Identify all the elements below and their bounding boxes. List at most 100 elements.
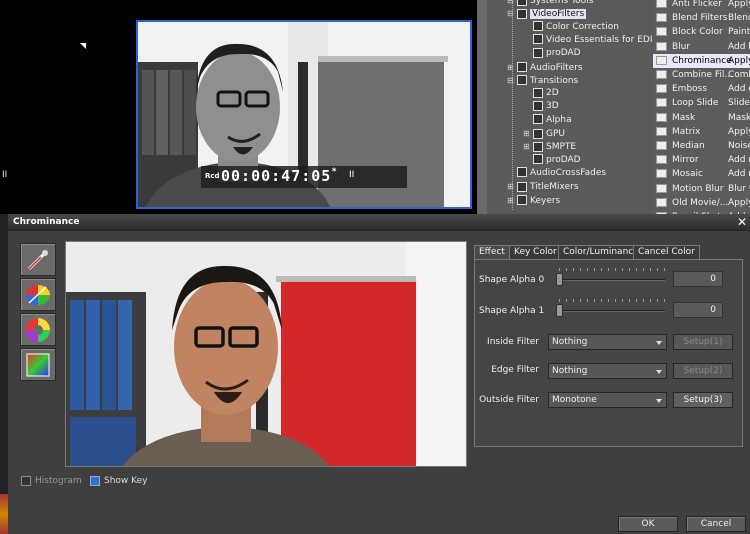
tree-item[interactable]: proDAD xyxy=(523,47,581,60)
shape-alpha-1-track[interactable] xyxy=(559,310,665,312)
filter-item[interactable]: Emboss Add e xyxy=(653,82,750,96)
filter-item[interactable]: Motion Blur Blur t xyxy=(653,182,750,196)
inside-filter-label: Inside Filter xyxy=(487,337,539,347)
folder-icon xyxy=(517,75,527,86)
tree-item-label: proDAD xyxy=(546,48,581,59)
filter-item[interactable]: Mosaic Add n xyxy=(653,167,750,181)
shape-alpha-0-input[interactable]: 0 xyxy=(673,271,723,287)
color-wheel-button[interactable] xyxy=(20,278,56,311)
filter-name: Median xyxy=(672,141,705,151)
cancel-button[interactable]: Cancel xyxy=(686,516,746,532)
outside-filter-select[interactable]: Monotone xyxy=(548,392,667,408)
tree-guide-line xyxy=(512,0,513,210)
expand-icon[interactable]: ⊞ xyxy=(523,127,531,140)
filter-item[interactable]: Blur Add b xyxy=(653,40,750,54)
dialog-titlebar[interactable]: Chrominance ✕ xyxy=(8,214,750,231)
expand-icon[interactable]: ⊞ xyxy=(507,61,515,74)
expand-icon[interactable]: ⊞ xyxy=(507,180,515,193)
filter-description: Comb xyxy=(728,70,750,80)
tree-item[interactable]: 2D xyxy=(523,87,559,100)
filter-item[interactable]: Blend FiltersBlend xyxy=(653,11,750,25)
tree-item[interactable]: 3D xyxy=(523,100,559,113)
filter-name: Old Movie/... xyxy=(672,197,729,208)
filter-item[interactable]: Matrix Apply xyxy=(653,125,750,139)
panel-divider[interactable] xyxy=(477,0,487,214)
tree-item-label: TitleMixers xyxy=(530,182,579,193)
tree-item[interactable]: ⊟ Transitions xyxy=(507,74,578,87)
tab-color-luminance[interactable]: Color/Luminance xyxy=(558,245,644,260)
folder-icon xyxy=(517,167,527,178)
tree-item[interactable]: ⊞ Keyers xyxy=(507,194,560,207)
tab-cancel-color[interactable]: Cancel Color xyxy=(633,245,700,260)
expand-icon[interactable]: ⊞ xyxy=(523,140,531,153)
filter-item[interactable]: Anti Flicker Apply xyxy=(653,0,750,11)
tree-item-label: AudioCrossFades xyxy=(530,167,607,178)
tree-item[interactable]: ⊞ GPU xyxy=(523,127,565,140)
tree-item[interactable]: Video Essentials for EDIUS xyxy=(523,34,653,47)
setup-2-button[interactable]: Setup(2) xyxy=(673,363,733,379)
tree-item[interactable]: ⊞ SMPTE xyxy=(523,140,576,153)
tab-key-color[interactable]: Key Color xyxy=(509,245,562,260)
filter-item[interactable]: Mirror Add r xyxy=(653,153,750,167)
setup-1-button[interactable]: Setup(1) xyxy=(673,334,733,350)
shape-alpha-1-thumb[interactable] xyxy=(556,304,563,317)
filter-item[interactable]: ChrominanceApply xyxy=(653,53,750,68)
folder-icon xyxy=(533,34,543,45)
filter-item[interactable]: Mask Mask xyxy=(653,111,750,125)
tree-item[interactable]: proDAD xyxy=(523,154,581,167)
timecode-value: 00:00:47:05* xyxy=(221,167,338,185)
filter-icon xyxy=(656,98,667,108)
tree-item[interactable]: ⊟ Systems Tools xyxy=(507,0,593,7)
shape-alpha-1-ticks xyxy=(559,299,665,302)
filter-description: Blend xyxy=(728,13,750,24)
tree-item[interactable]: Alpha xyxy=(523,114,572,127)
filter-item[interactable]: Block Color Paint xyxy=(653,25,750,39)
hue-wheel-icon xyxy=(26,318,50,342)
shape-alpha-0-thumb[interactable] xyxy=(556,273,563,286)
tree-item[interactable]: Color Correction xyxy=(523,21,619,34)
filter-icon xyxy=(656,13,667,23)
gradient-square-button[interactable] xyxy=(20,348,56,381)
close-icon[interactable]: ✕ xyxy=(737,215,747,229)
color-wheel-icon xyxy=(26,285,50,305)
collapse-icon[interactable]: ⊟ xyxy=(507,7,515,20)
eyedropper-icon xyxy=(27,250,48,271)
histogram-checkbox[interactable] xyxy=(21,476,31,486)
tab-effect[interactable]: Effect xyxy=(474,245,510,260)
filter-item[interactable]: Median Noise xyxy=(653,139,750,153)
filter-item[interactable]: Old Movie/...Apply xyxy=(653,196,750,210)
tree-item-label: AudioFilters xyxy=(530,62,583,73)
gradient-square-icon xyxy=(26,353,50,377)
tree-item[interactable]: ⊞ AudioFilters xyxy=(507,61,583,74)
shape-alpha-1-input[interactable]: 0 xyxy=(673,302,723,318)
filter-name: Chrominance xyxy=(672,55,732,66)
ok-button[interactable]: OK xyxy=(618,516,678,532)
pause-icon[interactable]: II xyxy=(349,170,354,180)
shape-alpha-1-label: Shape Alpha 1 xyxy=(479,306,545,316)
dialog-preview-image[interactable] xyxy=(65,241,467,467)
tree-item[interactable]: AudioCrossFades xyxy=(507,167,606,180)
collapse-icon[interactable]: ⊟ xyxy=(507,74,515,87)
tree-item-label: Video Essentials for EDIUS xyxy=(546,34,653,45)
filter-description: Add e xyxy=(728,84,750,95)
tree-item-label: Transitions xyxy=(530,75,579,86)
filter-name: Mirror xyxy=(672,155,699,166)
filter-list: Anti FlickerApplyBlend FiltersBlendBlock… xyxy=(653,0,750,214)
edge-filter-select[interactable]: Nothing xyxy=(548,363,667,379)
filter-description: Apply xyxy=(728,55,750,66)
show-key-checkbox[interactable] xyxy=(90,476,100,486)
expand-icon[interactable]: ⊞ xyxy=(507,194,515,207)
inside-filter-select[interactable]: Nothing xyxy=(548,334,667,350)
setup-3-button[interactable]: Setup(3) xyxy=(673,392,733,408)
effect-tree: ⊟ Systems Tools ⊟ VideoFilters Color Correct… xyxy=(487,0,653,214)
shape-alpha-0-track[interactable] xyxy=(559,279,665,281)
collapse-icon[interactable]: ⊟ xyxy=(507,0,515,7)
hue-wheel-button[interactable] xyxy=(20,313,56,346)
tree-item-label: Alpha xyxy=(546,114,572,125)
filter-item[interactable]: Combine Fil...Comb xyxy=(653,68,750,82)
filter-item[interactable]: Loop Slide Slide xyxy=(653,96,750,110)
eyedropper-button[interactable] xyxy=(20,243,56,276)
filter-icon xyxy=(656,55,667,65)
tree-item[interactable]: ⊟ VideoFilters xyxy=(507,7,587,20)
tree-item[interactable]: ⊞ TitleMixers xyxy=(507,180,579,193)
